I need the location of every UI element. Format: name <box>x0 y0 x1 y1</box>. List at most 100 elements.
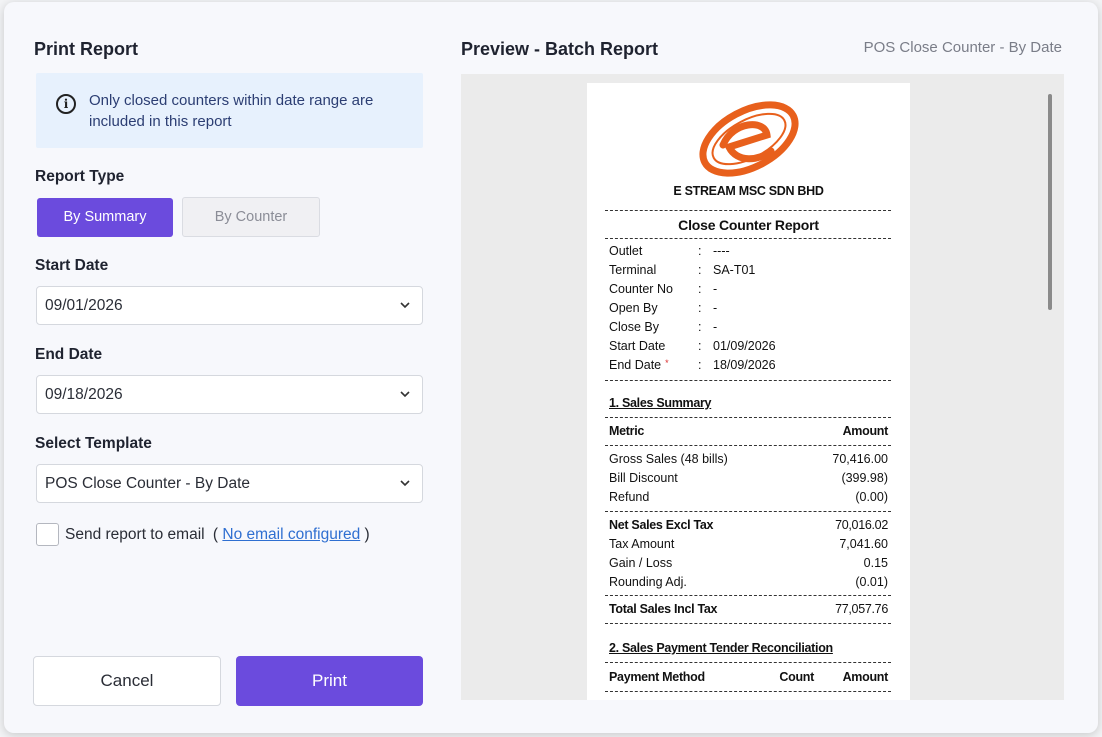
row-rounding: Rounding Adj. (0.01) <box>609 575 888 591</box>
report-type-label: Report Type <box>35 168 125 185</box>
field-key: End Date * <box>609 358 669 372</box>
divider <box>605 238 891 239</box>
by-counter-button[interactable]: By Counter <box>182 197 320 237</box>
cancel-button[interactable]: Cancel <box>33 656 221 706</box>
col-amount: Amount <box>842 424 889 438</box>
info-icon: i <box>56 94 76 114</box>
col-metric: Metric <box>609 424 645 438</box>
field-key: Open By <box>609 301 658 315</box>
divider <box>605 623 891 624</box>
template-label: Select Template <box>35 435 152 452</box>
row-amount: (0.00) <box>855 490 888 504</box>
preview-template-name: POS Close Counter - By Date <box>863 39 1062 56</box>
print-button[interactable]: Print <box>236 656 423 706</box>
send-email-checkbox[interactable] <box>36 523 59 546</box>
divider <box>605 210 891 211</box>
paren-open: ( <box>212 526 219 543</box>
end-date-select[interactable]: 09/18/2026 <box>36 375 423 414</box>
field-value: - <box>713 282 718 296</box>
info-banner: i Only closed counters within date range… <box>36 73 423 148</box>
no-email-configured-link[interactable]: No email configured <box>222 526 360 543</box>
field-key-text: End Date <box>609 358 662 372</box>
required-mark: * <box>665 358 669 368</box>
estream-logo <box>699 101 799 177</box>
summary-header: Metric Amount <box>609 424 888 440</box>
send-email-text: Send report to email <box>65 526 205 543</box>
preview-title: Preview - Batch Report <box>461 39 659 59</box>
chevron-down-icon <box>400 391 410 398</box>
row-amount: 0.15 <box>863 556 888 570</box>
field-sep: : <box>698 358 702 372</box>
chevron-down-icon <box>400 480 410 487</box>
row-amount: (0.01) <box>855 575 888 589</box>
field-key: Close By <box>609 320 660 334</box>
row-gross-sales: Gross Sales (48 bills) 70,416.00 <box>609 452 888 468</box>
report-preview[interactable]: E STREAM MSC SDN BHD Close Counter Repor… <box>461 74 1064 700</box>
field-sep: : <box>698 282 702 296</box>
row-label: Gain / Loss <box>609 556 673 570</box>
row-amount: 77,057.76 <box>835 602 888 616</box>
row-label: Bill Discount <box>609 471 678 485</box>
row-label: Gross Sales (48 bills) <box>609 452 728 466</box>
col-payment-method: Payment Method <box>609 670 705 684</box>
divider <box>605 691 891 692</box>
row-amount: (399.98) <box>841 471 888 485</box>
row-refund: Refund (0.00) <box>609 490 888 506</box>
divider <box>605 662 891 663</box>
print-report-dialog: Print Report i Only closed counters with… <box>4 2 1098 733</box>
preview-scrollbar[interactable] <box>1048 94 1052 310</box>
field-end-date: End Date * : 18/09/2026 <box>609 358 889 374</box>
info-text: Only closed counters within date range a… <box>89 92 374 130</box>
field-value: 01/09/2026 <box>713 339 776 353</box>
row-amount: 7,041.60 <box>839 537 888 551</box>
field-sep: : <box>698 301 702 315</box>
divider <box>605 511 891 512</box>
chevron-down-icon <box>400 302 410 309</box>
field-value: 18/09/2026 <box>713 358 776 372</box>
divider <box>605 445 891 446</box>
company-name: E STREAM MSC SDN BHD <box>673 184 824 198</box>
template-select[interactable]: POS Close Counter - By Date <box>36 464 423 503</box>
row-label: Rounding Adj. <box>609 575 687 589</box>
paren-close: ) <box>364 526 370 543</box>
row-label: Total Sales Incl Tax <box>609 602 718 616</box>
divider <box>605 380 891 381</box>
row-label: Net Sales Excl Tax <box>609 518 714 532</box>
row-label: Tax Amount <box>609 537 675 551</box>
report-title: Close Counter Report <box>678 217 819 233</box>
start-date-select[interactable]: 09/01/2026 <box>36 286 423 325</box>
field-open-by: Open By : - <box>609 301 889 317</box>
template-value: POS Close Counter - By Date <box>45 475 251 492</box>
row-bill-discount: Bill Discount (399.98) <box>609 471 888 487</box>
payment-header: Payment Method Count Amount <box>609 670 888 686</box>
section-sales-summary: 1. Sales Summary <box>609 396 712 410</box>
field-key: Terminal <box>609 263 657 277</box>
row-gain-loss: Gain / Loss 0.15 <box>609 556 888 572</box>
field-sep: : <box>698 339 702 353</box>
row-net-sales: Net Sales Excl Tax 70,016.02 <box>609 518 888 534</box>
field-key: Outlet <box>609 244 643 258</box>
end-date-label: End Date <box>35 346 103 363</box>
field-key: Start Date <box>609 339 666 353</box>
start-date-label: Start Date <box>35 257 109 274</box>
field-sep: : <box>698 263 702 277</box>
row-total-sales: Total Sales Incl Tax 77,057.76 <box>609 602 888 618</box>
end-date-value: 09/18/2026 <box>45 386 123 403</box>
col-count: Count <box>779 670 814 684</box>
field-key: Counter No <box>609 282 673 296</box>
field-sep: : <box>698 244 702 258</box>
row-amount: 70,016.02 <box>835 518 888 532</box>
field-sep: : <box>698 320 702 334</box>
receipt-page: E STREAM MSC SDN BHD Close Counter Repor… <box>587 83 910 700</box>
field-value: SA-T01 <box>713 263 756 277</box>
row-tax-amount: Tax Amount 7,041.60 <box>609 537 888 553</box>
report-options-panel: Print Report i Only closed counters with… <box>4 2 444 733</box>
field-start-date: Start Date : 01/09/2026 <box>609 339 889 355</box>
row-label: Refund <box>609 490 650 504</box>
field-close-by: Close By : - <box>609 320 889 336</box>
send-email-label: Send report to email ( No email configur… <box>65 526 370 544</box>
section-payment-tender: 2. Sales Payment Tender Reconciliation <box>609 641 833 655</box>
divider <box>605 595 891 596</box>
by-summary-button[interactable]: By Summary <box>37 198 173 237</box>
field-value: ---- <box>713 244 730 258</box>
